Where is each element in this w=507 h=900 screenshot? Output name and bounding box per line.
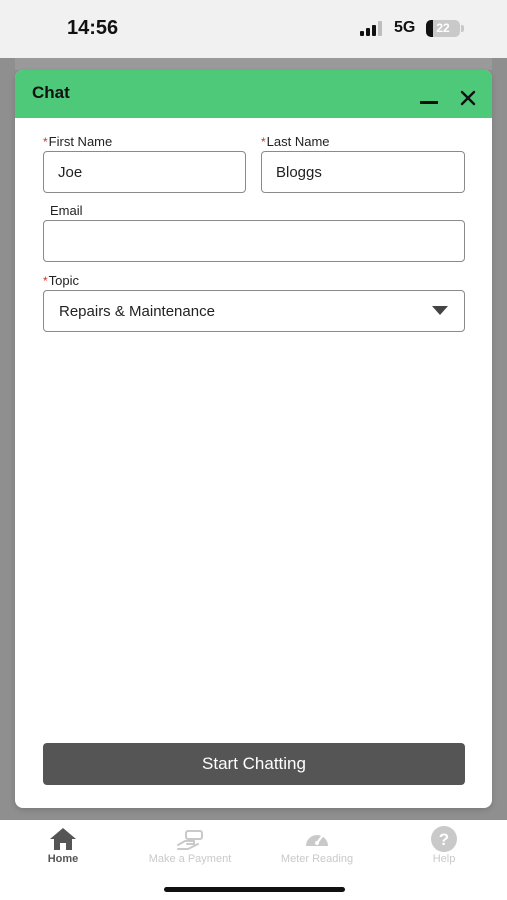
minimize-button[interactable]: [417, 86, 441, 110]
close-icon: [460, 90, 476, 106]
home-icon: [50, 828, 76, 850]
background-overlay: [15, 58, 492, 70]
start-chatting-button[interactable]: Start Chatting: [43, 743, 465, 785]
svg-text:?: ?: [439, 830, 449, 849]
battery-percentage: 22: [436, 21, 450, 35]
close-button[interactable]: [456, 86, 480, 110]
nav-label-home: Home: [47, 853, 79, 865]
home-indicator: [164, 887, 345, 892]
status-bar: 14:56 5G 22: [0, 0, 507, 58]
network-type: 5G: [394, 19, 416, 36]
topic-selected-value: Repairs & Maintenance: [59, 303, 215, 320]
email-label: Email: [50, 203, 83, 218]
battery-icon: 22: [426, 20, 464, 37]
topic-label: *Topic: [43, 273, 79, 288]
caret-down-icon: [432, 306, 448, 315]
gauge-icon: [306, 833, 328, 846]
status-time: 14:56: [67, 17, 119, 39]
help-icon: ?: [431, 826, 457, 852]
minimize-icon: [420, 101, 438, 104]
nav-item-make-a-payment[interactable]: Make a Payment: [127, 820, 253, 880]
last-name-input[interactable]: [261, 151, 465, 193]
first-name-label-text: First Name: [48, 134, 113, 149]
email-input[interactable]: [43, 220, 465, 262]
required-indicator: *: [43, 135, 48, 149]
last-name-label: *Last Name: [261, 134, 330, 149]
first-name-input[interactable]: [43, 151, 246, 193]
first-name-label: *First Name: [43, 134, 112, 149]
nav-item-home[interactable]: Home: [0, 820, 126, 880]
topic-label-text: Topic: [48, 273, 80, 288]
signal-strength-icon: [360, 21, 382, 36]
nav-label-make-a-payment: Make a Payment: [148, 853, 232, 865]
nav-label-help: Help: [432, 853, 456, 865]
topic-select[interactable]: Repairs & Maintenance: [43, 290, 465, 332]
required-indicator: *: [43, 274, 48, 288]
required-indicator: *: [261, 135, 266, 149]
payment-hand-icon: [177, 830, 203, 850]
chat-header: Chat: [15, 70, 492, 118]
last-name-label-text: Last Name: [266, 134, 330, 149]
chat-title: Chat: [32, 83, 70, 102]
chat-panel: Chat *First Name *Last Name Email *Topic…: [15, 70, 492, 808]
nav-label-meter-reading: Meter Reading: [280, 853, 354, 865]
nav-item-help[interactable]: ? Help: [381, 820, 507, 880]
nav-item-meter-reading[interactable]: Meter Reading: [254, 820, 380, 880]
